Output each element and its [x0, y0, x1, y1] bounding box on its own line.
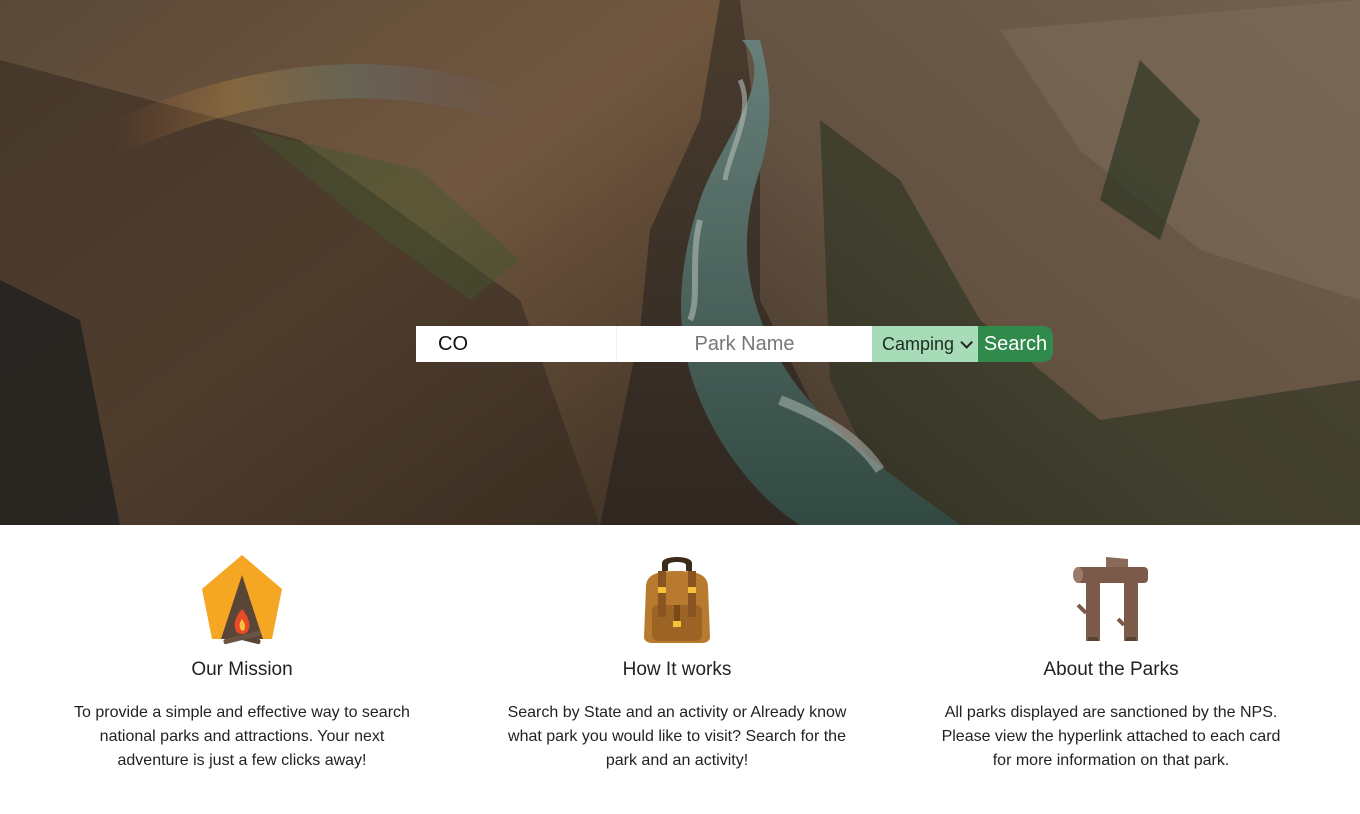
feature-title: How It works [622, 659, 732, 680]
state-input[interactable] [416, 326, 616, 362]
feature-title: About the Parks [1043, 659, 1179, 680]
search-button[interactable]: Search [978, 326, 1053, 362]
hero-banner: Camping Search [0, 0, 1360, 525]
canyon-background-image [0, 0, 1360, 525]
feature-title: Our Mission [191, 659, 293, 680]
park-name-input[interactable] [616, 326, 872, 362]
feature-text: All parks displayed are sanctioned by th… [941, 704, 1281, 769]
feature-text: To provide a simple and effective way to… [74, 704, 410, 769]
log-gate-icon [1073, 557, 1148, 641]
activity-select[interactable]: Camping [872, 326, 978, 362]
chevron-down-icon [960, 335, 974, 349]
feature-text: Search by State and an activity or Alrea… [507, 704, 847, 769]
activity-select-value: Camping [882, 333, 955, 354]
search-bar: Camping Search [416, 326, 1053, 362]
features-section: Our Mission To provide a simple and effe… [0, 525, 1360, 814]
tent-campfire-icon [202, 555, 282, 645]
backpack-icon [644, 557, 710, 643]
